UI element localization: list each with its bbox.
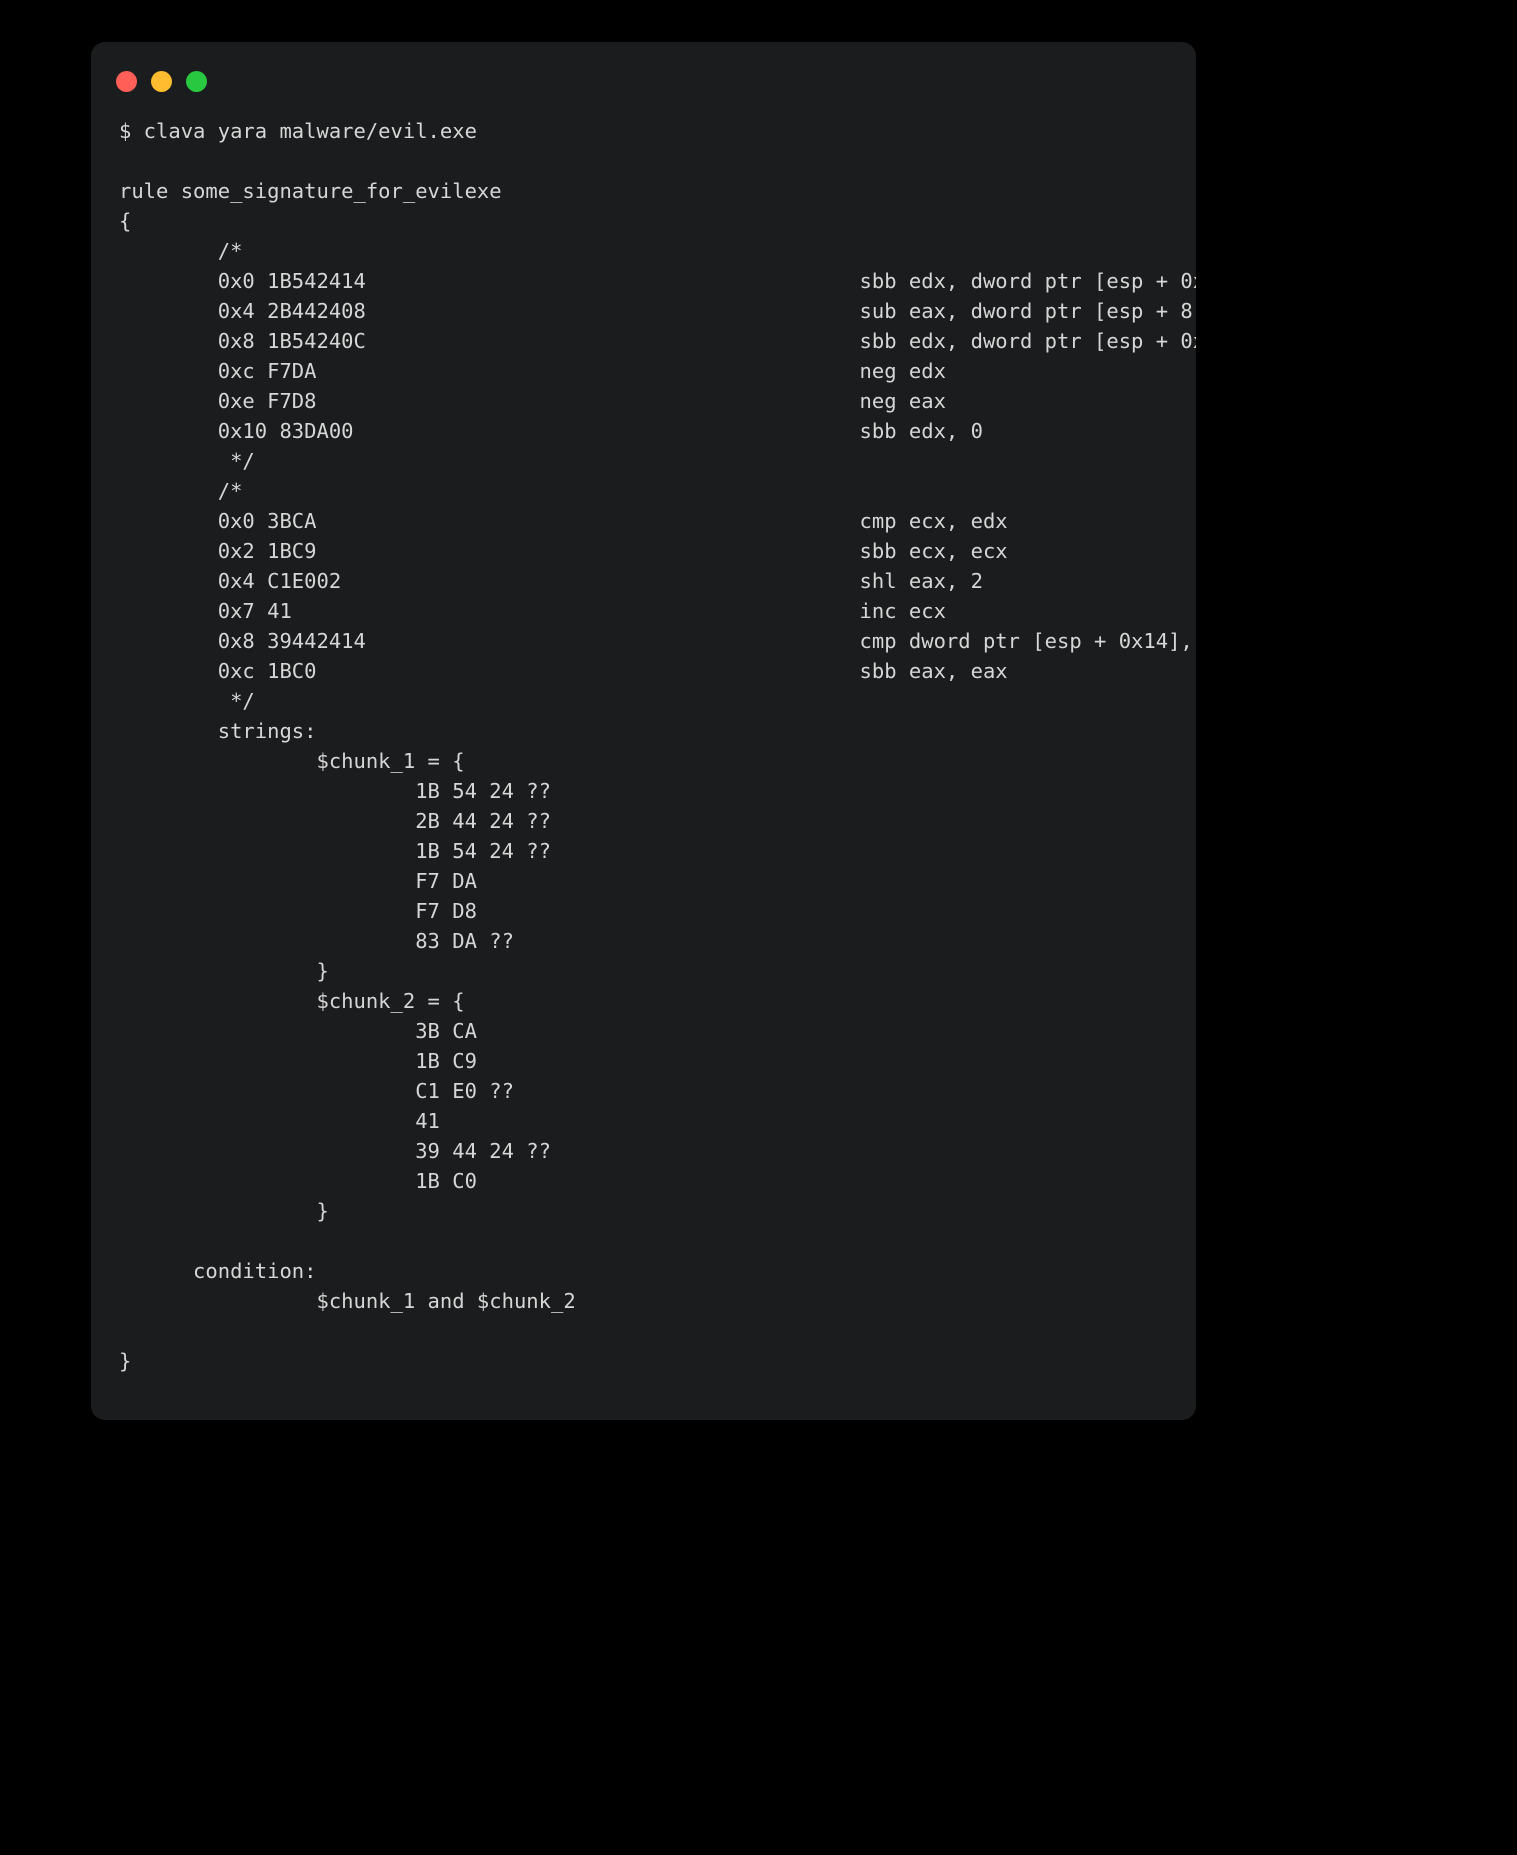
minimize-button-icon[interactable] (151, 71, 172, 92)
close-button-icon[interactable] (116, 71, 137, 92)
maximize-button-icon[interactable] (186, 71, 207, 92)
title-bar[interactable] (91, 42, 1196, 116)
terminal-window[interactable]: $ clava yara malware/evil.exe rule some_… (91, 42, 1196, 1420)
terminal-output-area[interactable]: $ clava yara malware/evil.exe rule some_… (91, 116, 1196, 1420)
terminal-text: $ clava yara malware/evil.exe rule some_… (119, 119, 1196, 1373)
